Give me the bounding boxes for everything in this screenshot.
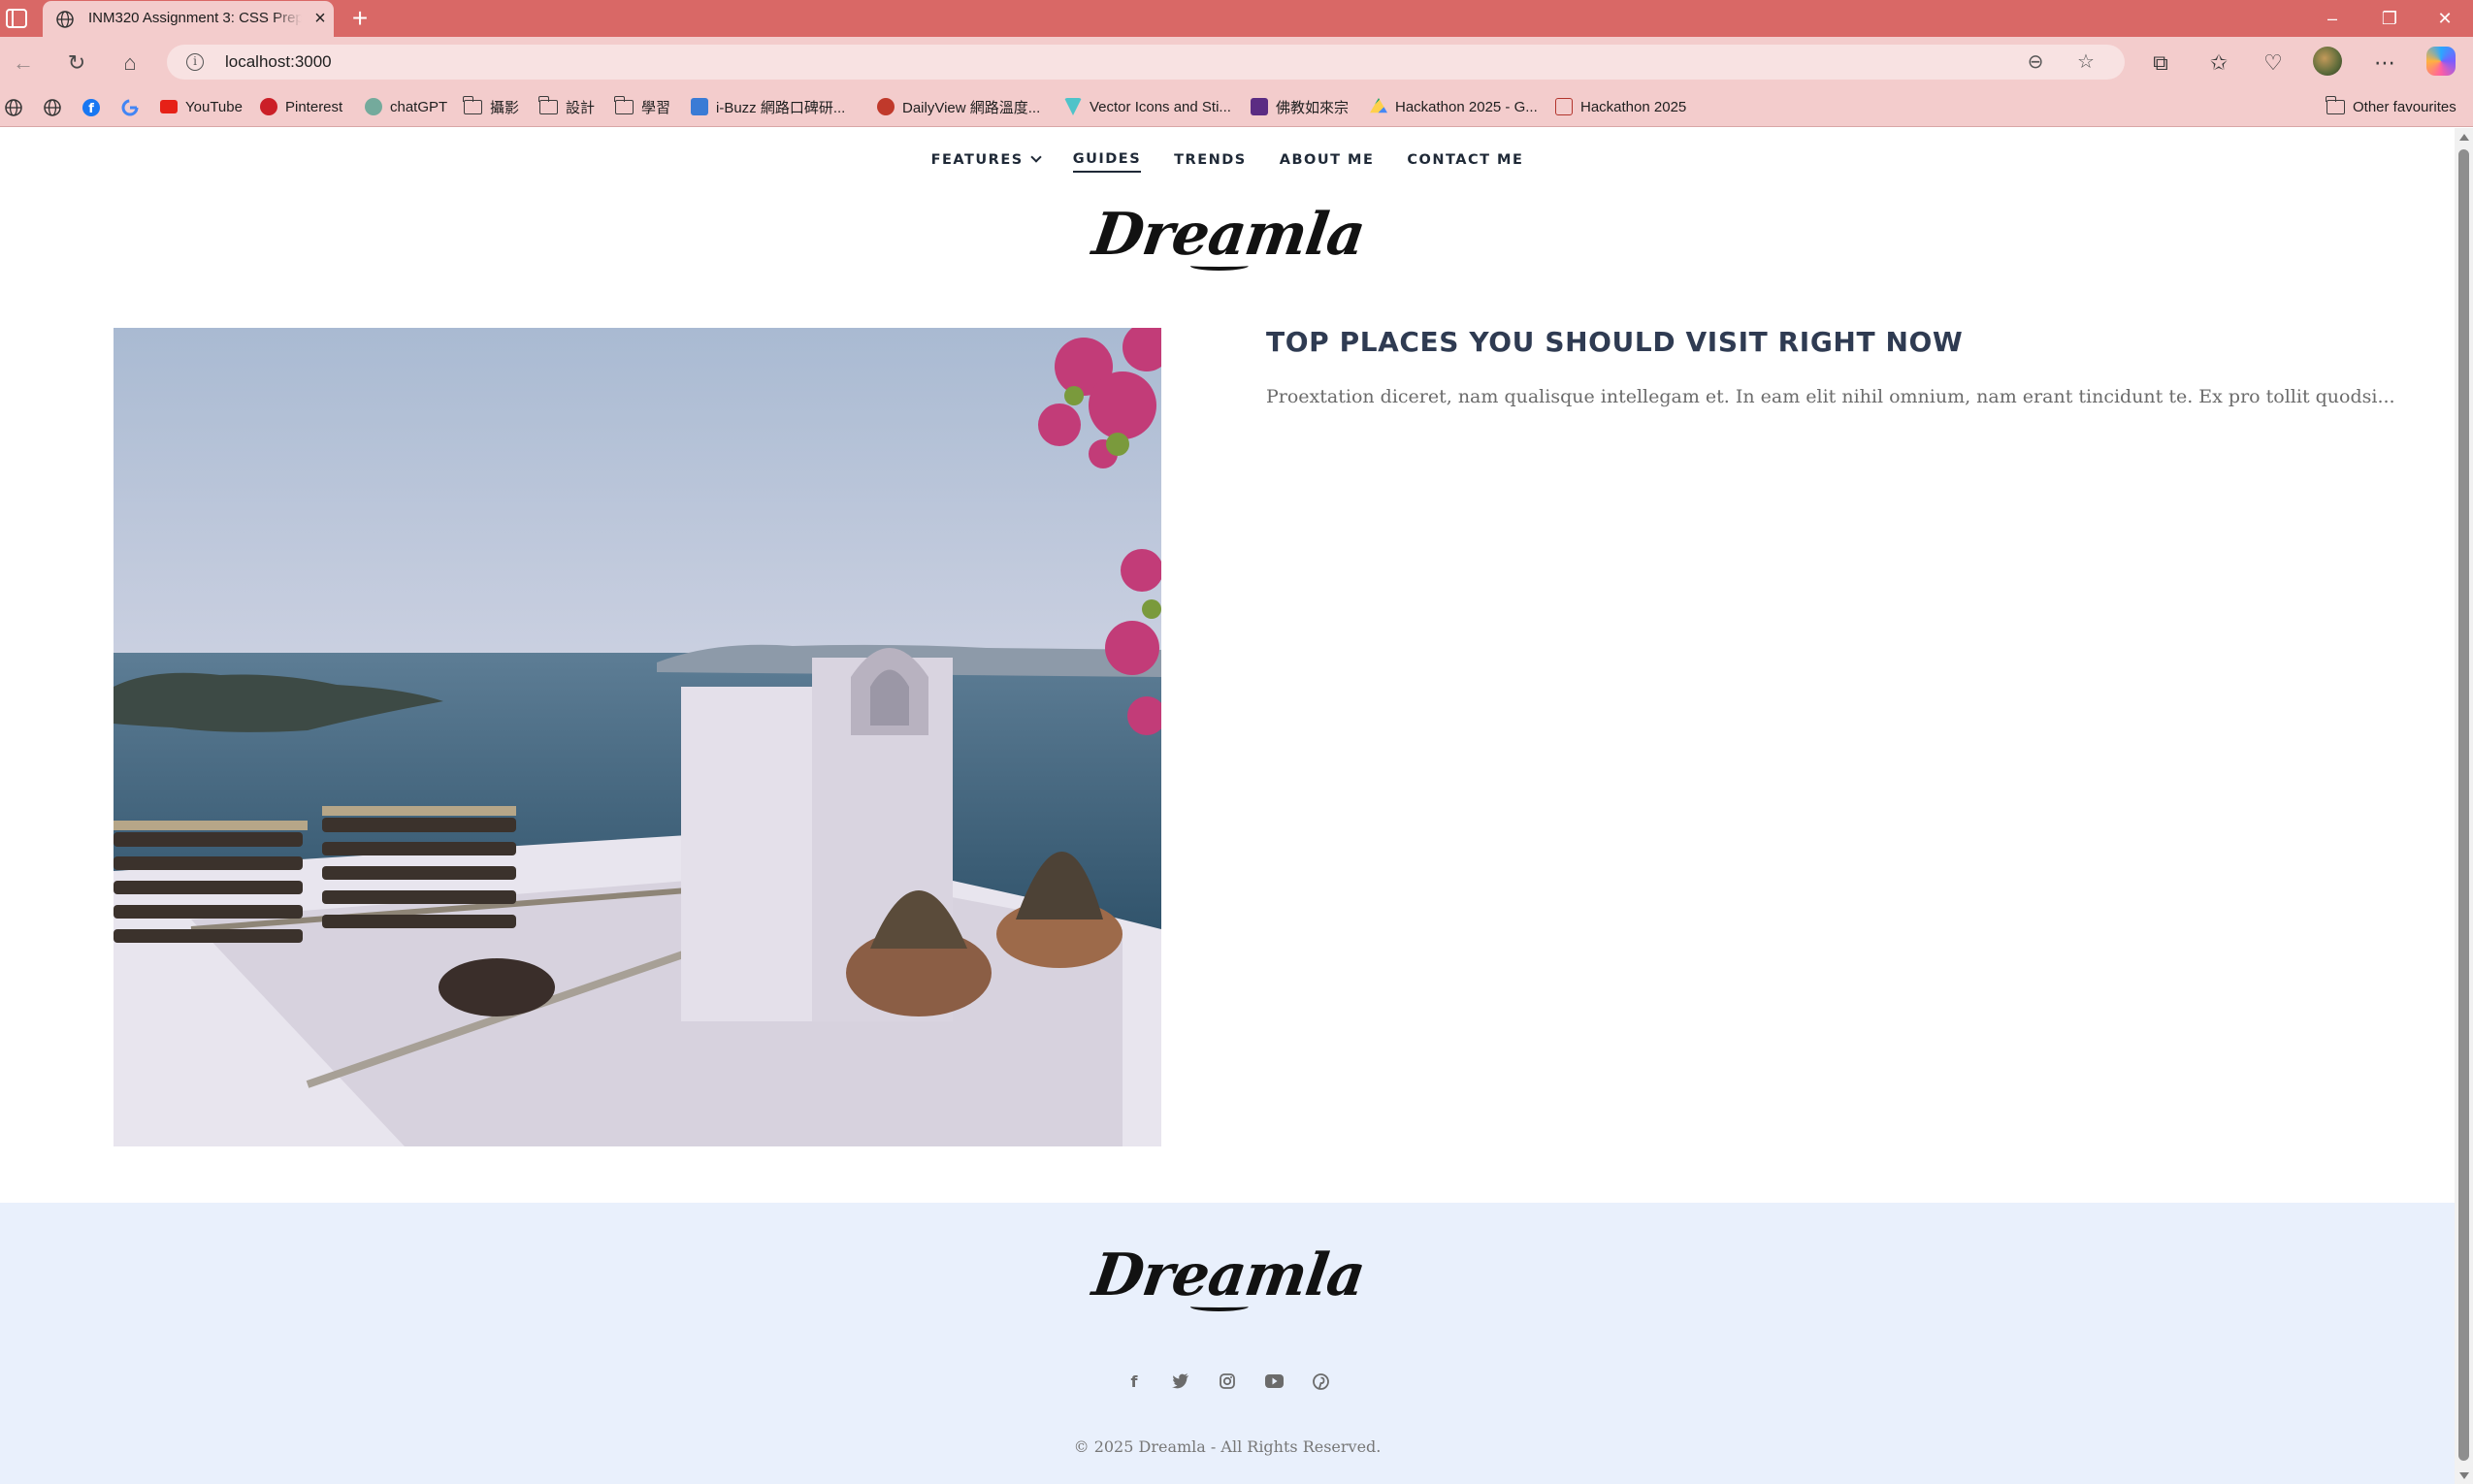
svg-text:f: f (88, 102, 94, 116)
instagram-icon[interactable] (1217, 1371, 1238, 1392)
hkn-icon (1555, 98, 1573, 115)
bookmark-dailyview[interactable]: DailyView 網路溫度... (877, 94, 1040, 119)
scroll-down-arrow-icon[interactable] (2459, 1472, 2469, 1479)
browser-tab[interactable]: INM320 Assignment 3: CSS Preprocessors × (43, 1, 334, 37)
other-favourites[interactable]: Other favourites (2326, 94, 2457, 119)
copyright-text: © 2025 Dreamla - All Rights Reserved. (1073, 1437, 1382, 1456)
favorite-star-icon[interactable]: ☆ (2074, 50, 2098, 74)
new-tab-button[interactable]: + (346, 5, 374, 32)
bookmark-folder-design[interactable]: 設計 (538, 94, 595, 119)
vector-icon (1064, 98, 1082, 115)
pinterest-icon[interactable] (1310, 1371, 1331, 1392)
home-icon[interactable]: ⌂ (116, 49, 144, 77)
bookmark-ibuzz[interactable]: i-Buzz 網路口碑研... (691, 94, 845, 119)
scroll-up-arrow-icon[interactable] (2459, 134, 2469, 141)
ibuzz-icon (691, 98, 708, 115)
folder-icon (538, 95, 558, 114)
globe-icon (56, 11, 74, 28)
bookmark-folder-learning[interactable]: 學習 (614, 94, 670, 119)
article-hero-image[interactable] (114, 328, 1161, 1146)
site-navigation: FEATURES GUIDES TRENDS ABOUT ME CONTACT … (0, 149, 2455, 173)
address-bar[interactable]: i localhost:3000 ⊖ ☆ (167, 45, 2125, 80)
tab-close-icon[interactable]: × (310, 9, 330, 28)
twitter-icon[interactable] (1170, 1371, 1191, 1392)
youtube-icon (160, 100, 178, 113)
scroll-thumb[interactable] (2458, 149, 2469, 1461)
youtube-icon[interactable] (1263, 1371, 1285, 1392)
google-drive-icon (1370, 98, 1387, 113)
tab-title: INM320 Assignment 3: CSS Preprocessors (88, 10, 302, 29)
site-logo[interactable]: Dreamla (1076, 201, 1380, 288)
zoom-out-icon[interactable]: ⊖ (2024, 50, 2047, 74)
page-viewport: FEATURES GUIDES TRENDS ABOUT ME CONTACT … (0, 128, 2455, 1484)
profile-avatar[interactable] (2313, 47, 2342, 76)
globe-icon[interactable] (4, 98, 23, 117)
bookmark-hackathon[interactable]: Hackathon 2025 (1555, 94, 1686, 119)
bookmark-hackathon-drive[interactable]: Hackathon 2025 - G... (1370, 94, 1538, 119)
bookmark-youtube[interactable]: YouTube (160, 94, 243, 119)
nav-contact-me[interactable]: CONTACT ME (1407, 149, 1523, 173)
close-window-button[interactable]: ✕ (2430, 6, 2459, 31)
buddhism-icon (1251, 98, 1268, 115)
bookmark-vector-icons[interactable]: Vector Icons and Sti... (1064, 94, 1231, 119)
tab-actions-icon[interactable] (6, 9, 27, 28)
folder-icon (614, 95, 634, 114)
pinterest-icon (260, 98, 277, 115)
bookmark-chatgpt[interactable]: chatGPT (365, 94, 447, 119)
restore-button[interactable]: ❐ (2375, 6, 2404, 31)
favorites-icon[interactable]: ✩ (2204, 48, 2233, 78)
nav-trends[interactable]: TRENDS (1174, 149, 1247, 173)
page-scrollbar[interactable] (2455, 128, 2473, 1484)
more-menu-icon[interactable]: ⋯ (2370, 48, 2399, 78)
refresh-icon[interactable]: ↻ (63, 49, 90, 77)
folder-icon (2326, 95, 2345, 114)
dailyview-icon (877, 98, 895, 115)
article-title[interactable]: TOP PLACES YOU SHOULD VISIT RIGHT NOW (1266, 326, 2430, 358)
footer-logo[interactable]: Dreamla (1076, 1242, 1380, 1329)
site-info-icon[interactable]: i (186, 53, 204, 71)
bookmark-pinterest[interactable]: Pinterest (260, 94, 342, 119)
nav-features[interactable]: FEATURES (931, 149, 1042, 173)
minimize-button[interactable]: – (2318, 6, 2347, 31)
facebook-icon[interactable]: f (81, 98, 101, 117)
address-url[interactable]: localhost:3000 (225, 52, 332, 72)
bookmark-folder-photography[interactable]: 攝影 (463, 94, 519, 119)
logo-swoosh (1189, 261, 1250, 271)
google-icon[interactable] (120, 98, 140, 117)
browser-toolbar: ← ↻ ⌂ i localhost:3000 ⊖ ☆ ⧉ ✩ ♡ ⋯ (0, 37, 2473, 87)
santorini-terrace-photo (114, 328, 1161, 1146)
extensions-icon[interactable]: ⧉ (2146, 48, 2175, 78)
bookmarks-bar: f YouTube Pinterest chatGPT 攝影 設計 學習 i-B… (0, 87, 2473, 127)
bookmark-buddhism[interactable]: 佛教如來宗 (1251, 94, 1349, 119)
social-links: f (0, 1371, 2455, 1392)
folder-icon (463, 95, 482, 114)
copilot-icon[interactable] (2426, 47, 2456, 76)
logo-swoosh (1189, 1302, 1250, 1311)
chatgpt-icon (365, 98, 382, 115)
article-excerpt: Proextation diceret, nam qualisque intel… (1266, 386, 2395, 407)
back-arrow-icon[interactable]: ← (10, 49, 37, 77)
browser-titlebar: INM320 Assignment 3: CSS Preprocessors ×… (0, 0, 2473, 37)
nav-about-me[interactable]: ABOUT ME (1280, 149, 1375, 173)
chevron-down-icon (1030, 151, 1042, 163)
site-footer: Dreamla f © 2025 Dreamla - All Rights Re… (0, 1203, 2455, 1484)
facebook-icon[interactable]: f (1123, 1371, 1145, 1392)
nav-guides[interactable]: GUIDES (1072, 149, 1142, 173)
browser-essentials-icon[interactable]: ♡ (2259, 48, 2288, 78)
globe-icon[interactable] (43, 98, 62, 117)
